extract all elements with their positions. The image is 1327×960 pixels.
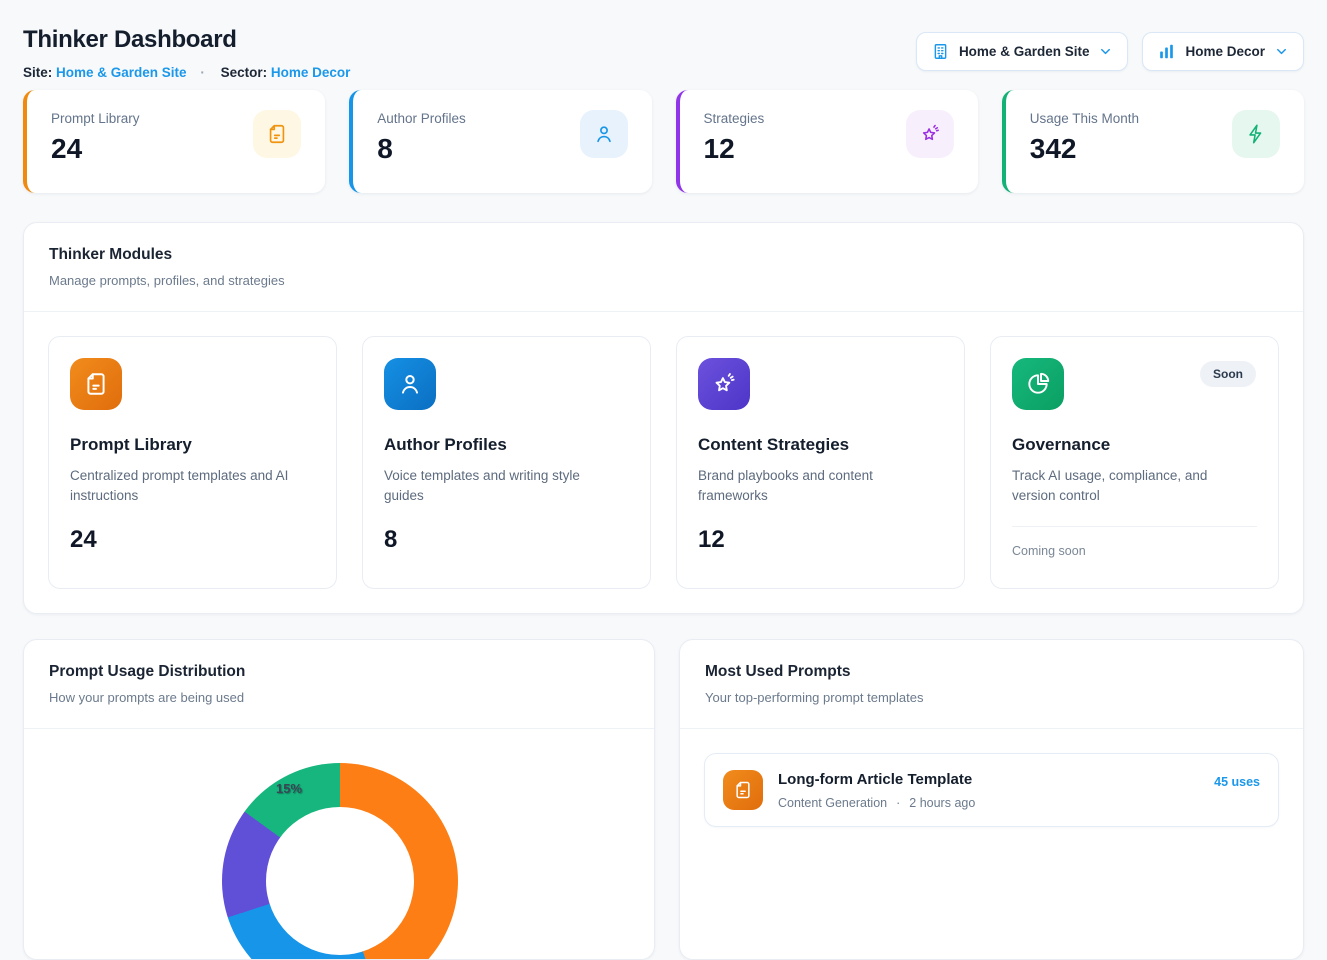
- prompt-meta: Content Generation · 2 hours ago: [778, 796, 1199, 810]
- separator-dot: ·: [896, 796, 900, 810]
- user-icon: [384, 358, 436, 410]
- prompts-panel-subtitle: Your top-performing prompt templates: [705, 690, 1278, 705]
- module-count: 12: [698, 526, 943, 554]
- site-selector-label: Home & Garden Site: [959, 44, 1090, 59]
- header-left: Thinker Dashboard Site: Home & Garden Si…: [23, 18, 350, 80]
- most-used-prompts-panel: Most Used Prompts Your top-performing pr…: [679, 639, 1304, 960]
- sector-label: Sector:: [221, 65, 268, 80]
- stat-cards-row: Prompt Library 24 Author Profiles 8 Stra…: [23, 90, 1304, 193]
- sector-selector-dropdown[interactable]: Home Decor: [1142, 32, 1304, 71]
- modules-panel-header: Thinker Modules Manage prompts, profiles…: [24, 223, 1303, 311]
- module-description: Brand playbooks and content frameworks: [698, 466, 932, 507]
- building-icon: [931, 42, 950, 61]
- module-description: Voice templates and writing style guides: [384, 466, 618, 507]
- module-card-prompt-library[interactable]: Prompt Library Centralized prompt templa…: [48, 336, 337, 589]
- header-selectors: Home & Garden Site Home Decor: [916, 32, 1304, 71]
- bottom-row: Prompt Usage Distribution How your promp…: [23, 639, 1304, 960]
- module-title: Author Profiles: [384, 435, 629, 455]
- dashboard-page: Thinker Dashboard Site: Home & Garden Si…: [0, 0, 1327, 960]
- module-card-content-strategies[interactable]: Content Strategies Brand playbooks and c…: [676, 336, 965, 589]
- module-card-governance[interactable]: Soon Governance Track AI usage, complian…: [990, 336, 1279, 589]
- module-description: Centralized prompt templates and AI inst…: [70, 466, 304, 507]
- prompt-list-item[interactable]: Long-form Article Template Content Gener…: [704, 753, 1279, 827]
- user-icon: [580, 110, 628, 158]
- site-selector-dropdown[interactable]: Home & Garden Site: [916, 32, 1129, 71]
- stat-card-author-profiles: Author Profiles 8: [349, 90, 651, 193]
- divider: [1012, 526, 1257, 527]
- module-count: 8: [384, 526, 629, 554]
- prompt-time: 2 hours ago: [909, 796, 975, 810]
- usage-panel-header: Prompt Usage Distribution How your promp…: [24, 640, 654, 728]
- stat-card-usage: Usage This Month 342: [1002, 90, 1304, 193]
- module-count: 24: [70, 526, 315, 554]
- usage-panel-title: Prompt Usage Distribution: [49, 663, 629, 681]
- document-icon: [70, 358, 122, 410]
- document-icon: [253, 110, 301, 158]
- donut-segment-label: 15%: [276, 781, 302, 796]
- modules-grid: Prompt Library Centralized prompt templa…: [24, 312, 1303, 613]
- sector-link[interactable]: Home Decor: [271, 65, 351, 80]
- site-label: Site:: [23, 65, 52, 80]
- site-link[interactable]: Home & Garden Site: [56, 65, 187, 80]
- module-title: Prompt Library: [70, 435, 315, 455]
- pie-chart-icon: [1012, 358, 1064, 410]
- prompt-category: Content Generation: [778, 796, 887, 810]
- stat-card-strategies: Strategies 12: [676, 90, 978, 193]
- breadcrumb: Site: Home & Garden Site · Sector: Home …: [23, 65, 350, 80]
- prompt-info: Long-form Article Template Content Gener…: [778, 771, 1199, 810]
- page-title: Thinker Dashboard: [23, 26, 350, 54]
- module-description: Track AI usage, compliance, and version …: [1012, 466, 1246, 507]
- module-title: Content Strategies: [698, 435, 943, 455]
- bolt-icon: [1232, 110, 1280, 158]
- stat-card-prompt-library: Prompt Library 24: [23, 90, 325, 193]
- prompts-panel-title: Most Used Prompts: [705, 663, 1278, 681]
- chevron-down-icon: [1274, 44, 1289, 59]
- bar-chart-icon: [1157, 42, 1176, 61]
- modules-panel-title: Thinker Modules: [49, 246, 1278, 264]
- donut-chart: [222, 763, 458, 959]
- sector-selector-label: Home Decor: [1185, 44, 1265, 59]
- module-card-author-profiles[interactable]: Author Profiles Voice templates and writ…: [362, 336, 651, 589]
- separator-dot: ·: [200, 65, 205, 80]
- prompts-panel-header: Most Used Prompts Your top-performing pr…: [680, 640, 1303, 728]
- coming-soon-text: Coming soon: [1012, 544, 1257, 558]
- modules-panel-subtitle: Manage prompts, profiles, and strategies: [49, 273, 1278, 288]
- soon-badge: Soon: [1200, 361, 1256, 387]
- header: Thinker Dashboard Site: Home & Garden Si…: [23, 18, 1304, 80]
- star-sparkle-icon: [698, 358, 750, 410]
- document-icon: [723, 770, 763, 810]
- usage-panel-subtitle: How your prompts are being used: [49, 690, 629, 705]
- thinker-modules-panel: Thinker Modules Manage prompts, profiles…: [23, 222, 1304, 614]
- chevron-down-icon: [1098, 44, 1113, 59]
- divider: [680, 728, 1303, 729]
- donut-chart-area: 15%: [24, 729, 654, 959]
- module-title: Governance: [1012, 435, 1257, 455]
- prompt-usage-panel: Prompt Usage Distribution How your promp…: [23, 639, 655, 960]
- prompt-title: Long-form Article Template: [778, 771, 1199, 788]
- prompt-uses-count: 45 uses: [1214, 775, 1260, 789]
- star-sparkle-icon: [906, 110, 954, 158]
